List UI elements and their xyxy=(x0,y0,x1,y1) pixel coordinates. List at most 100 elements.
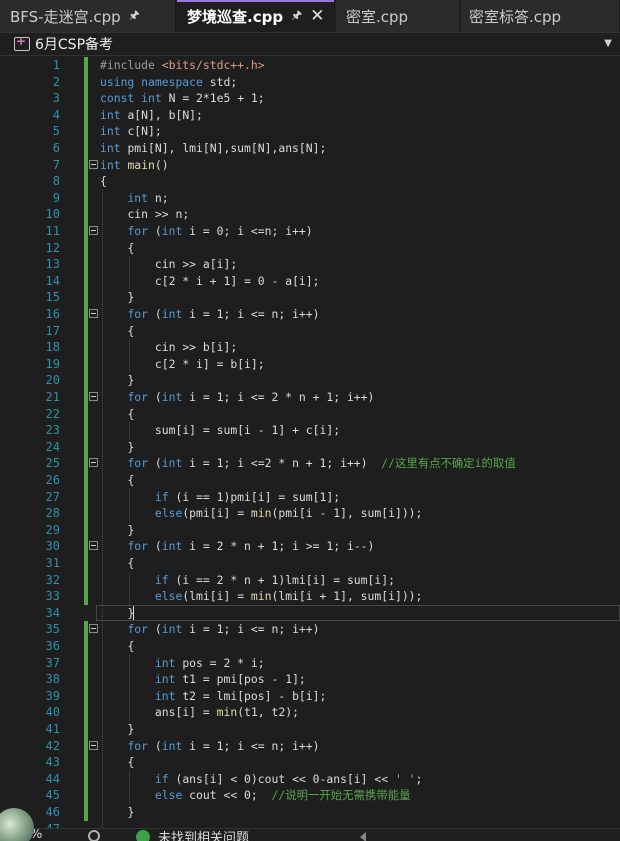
line-number: 17 xyxy=(45,323,60,338)
gear-icon[interactable] xyxy=(88,830,100,841)
code-line[interactable]: 40 ans[i] = min(t1, t2); xyxy=(0,704,620,721)
code-line[interactable]: 26 { xyxy=(0,472,620,489)
code-text: for (int i = 2 * n + 1; i >= 1; i--) xyxy=(127,539,375,554)
code-text: } xyxy=(127,722,135,736)
code-line[interactable]: 31 { xyxy=(0,555,620,572)
indent-guide xyxy=(129,339,131,373)
scroll-left-icon[interactable] xyxy=(360,832,366,841)
indent-guide xyxy=(129,422,131,439)
code-text: int pos = 2 * i; xyxy=(154,655,265,670)
code-text: { xyxy=(127,323,135,338)
line-number: 30 xyxy=(45,539,60,554)
code-line[interactable]: 28 else(pmi[i] = min(pmi[i - 1], sum[i])… xyxy=(0,505,620,522)
code-line[interactable]: 9 int n; xyxy=(0,190,620,207)
code-line[interactable]: 22 { xyxy=(0,406,620,423)
code-line[interactable]: 19 c[2 * i] = b[i]; xyxy=(0,356,620,373)
code-line[interactable]: 12 { xyxy=(0,240,620,257)
fold-toggle-icon[interactable] xyxy=(89,740,98,750)
code-line[interactable]: 37 int pos = 2 * i; xyxy=(0,655,620,672)
code-text: c[2 * i] = b[i]; xyxy=(154,356,265,371)
line-number: 8 xyxy=(52,174,60,189)
code-line[interactable]: 15 } xyxy=(0,289,620,306)
fold-toggle-icon[interactable] xyxy=(89,392,98,401)
code-line[interactable]: 47 xyxy=(0,821,620,828)
code-line[interactable]: 14 c[2 * i + 1] = 0 - a[i]; xyxy=(0,273,620,290)
code-line[interactable]: 8{ xyxy=(0,173,620,190)
tab-label: 密室标答.cpp xyxy=(469,7,562,26)
code-line[interactable]: 30 for (int i = 2 * n + 1; i >= 1; i--) xyxy=(0,538,620,555)
navigation-bar[interactable]: 6月CSP备考 ▼ xyxy=(0,32,620,56)
tab-dream-patrol[interactable]: 梦境巡查.cpp 🖈 ✕ xyxy=(177,0,335,32)
issues-status[interactable]: 未找到相关问题 xyxy=(158,829,249,841)
fold-toggle-icon[interactable] xyxy=(89,309,98,318)
code-line[interactable]: 44 if (ans[i] < 0)cout << 0-ans[i] << ' … xyxy=(0,771,620,788)
close-icon[interactable]: ✕ xyxy=(310,7,324,25)
code-line[interactable]: 35 for (int i = 1; i <= n; i++) xyxy=(0,621,620,638)
code-line[interactable]: 5 int c[N]; xyxy=(0,123,620,140)
code-line[interactable]: 17 { xyxy=(0,323,620,340)
code-text: { xyxy=(127,406,135,421)
code-line[interactable]: 16 for (int i = 1; i <= n; i++) xyxy=(0,306,620,323)
code-line[interactable]: 41 } xyxy=(0,721,620,738)
fold-toggle-icon[interactable] xyxy=(89,226,98,235)
chevron-down-icon[interactable]: ▼ xyxy=(604,38,612,49)
code-line[interactable]: 33 else(lmi[i] = min(lmi[i + 1], sum[i])… xyxy=(0,588,620,605)
pin-icon[interactable]: 🖈 xyxy=(129,6,140,27)
fold-toggle-icon[interactable] xyxy=(89,624,98,634)
tab-secret-room-answer[interactable]: 密室标答.cpp xyxy=(461,0,620,32)
line-number: 10 xyxy=(45,207,60,222)
tab-secret-room[interactable]: 密室.cpp xyxy=(336,0,460,32)
project-selector[interactable]: 6月CSP备考 xyxy=(35,34,113,54)
line-number: 37 xyxy=(45,655,60,670)
code-line[interactable]: 1 #include <bits/stdc++.h> xyxy=(0,57,620,74)
code-line[interactable]: 46 } xyxy=(0,804,620,821)
line-number: 33 xyxy=(45,589,60,604)
code-line[interactable]: 38 int t1 = pmi[pos - 1]; xyxy=(0,671,620,688)
code-line[interactable]: 13 cin >> a[i]; xyxy=(0,256,620,273)
code-line[interactable]: 10 cin >> n; xyxy=(0,206,620,223)
code-line[interactable]: 45 else cout << 0; //说明一开始无需携带能量 xyxy=(0,787,620,804)
code-line[interactable]: 3 const int N = 2*1e5 + 1; xyxy=(0,90,620,107)
fold-toggle-icon[interactable] xyxy=(89,541,98,551)
code-line[interactable]: 25 for (int i = 1; i <=2 * n + 1; i++) /… xyxy=(0,455,620,472)
code-line[interactable]: 39 int t2 = lmi[pos] - b[i]; xyxy=(0,688,620,705)
code-line[interactable]: 11 for (int i = 0; i <=n; i++) xyxy=(0,223,620,240)
line-number: 23 xyxy=(45,423,60,438)
code-line[interactable]: 20 } xyxy=(0,372,620,389)
line-number: 39 xyxy=(45,688,60,703)
code-line[interactable]: 21 for (int i = 1; i <= 2 * n + 1; i++) xyxy=(0,389,620,406)
code-editor[interactable]: 1 #include <bits/stdc++.h> 2 using namespac… xyxy=(0,57,620,828)
tab-bfs-maze[interactable]: BFS-走迷宫.cpp 🖈 xyxy=(0,0,176,32)
code-text: { xyxy=(127,240,135,255)
code-line[interactable]: 23 sum[i] = sum[i - 1] + c[i]; xyxy=(0,422,620,439)
tab-label: 密室.cpp xyxy=(346,7,409,26)
code-line[interactable]: 6 int pmi[N], lmi[N],sum[N],ans[N]; xyxy=(0,140,620,157)
code-line[interactable]: 27 if (i == 1)pmi[i] = sum[1]; xyxy=(0,489,620,506)
line-number: 2 xyxy=(52,74,60,89)
code-text: cin >> a[i]; xyxy=(154,257,238,272)
code-line[interactable]: 2 using namespace std; xyxy=(0,74,620,91)
line-number: 38 xyxy=(45,672,60,687)
code-line[interactable]: 36 { xyxy=(0,638,620,655)
pin-icon[interactable]: 🖈 xyxy=(291,6,302,27)
line-number: 13 xyxy=(45,257,60,272)
code-line[interactable]: 24 } xyxy=(0,439,620,456)
fold-toggle-icon[interactable] xyxy=(89,159,98,169)
code-line[interactable]: 7 int main() xyxy=(0,157,620,174)
line-number: 3 xyxy=(52,91,60,106)
code-line[interactable]: 4 int a[N], b[N]; xyxy=(0,107,620,124)
code-line[interactable]: 18 cin >> b[i]; xyxy=(0,339,620,356)
code-line[interactable]: 42 for (int i = 1; i <= n; i++) xyxy=(0,738,620,755)
code-text: cin >> b[i]; xyxy=(154,340,238,355)
code-line[interactable]: 43 { xyxy=(0,754,620,771)
code-text: { xyxy=(127,639,135,653)
fold-toggle-icon[interactable] xyxy=(89,458,98,468)
code-text: cin >> n; xyxy=(127,207,190,222)
code-line[interactable]: 29 } xyxy=(0,522,620,539)
code-line[interactable]: 34 } xyxy=(0,604,620,622)
line-number: 9 xyxy=(52,190,60,205)
status-bar: % 未找到相关问题 xyxy=(0,828,620,841)
code-text: int pmi[N], lmi[N],sum[N],ans[N]; xyxy=(100,141,327,155)
indent-guide xyxy=(129,770,131,804)
code-line[interactable]: 32 if (i == 2 * n + 1)lmi[i] = sum[i]; xyxy=(0,572,620,589)
